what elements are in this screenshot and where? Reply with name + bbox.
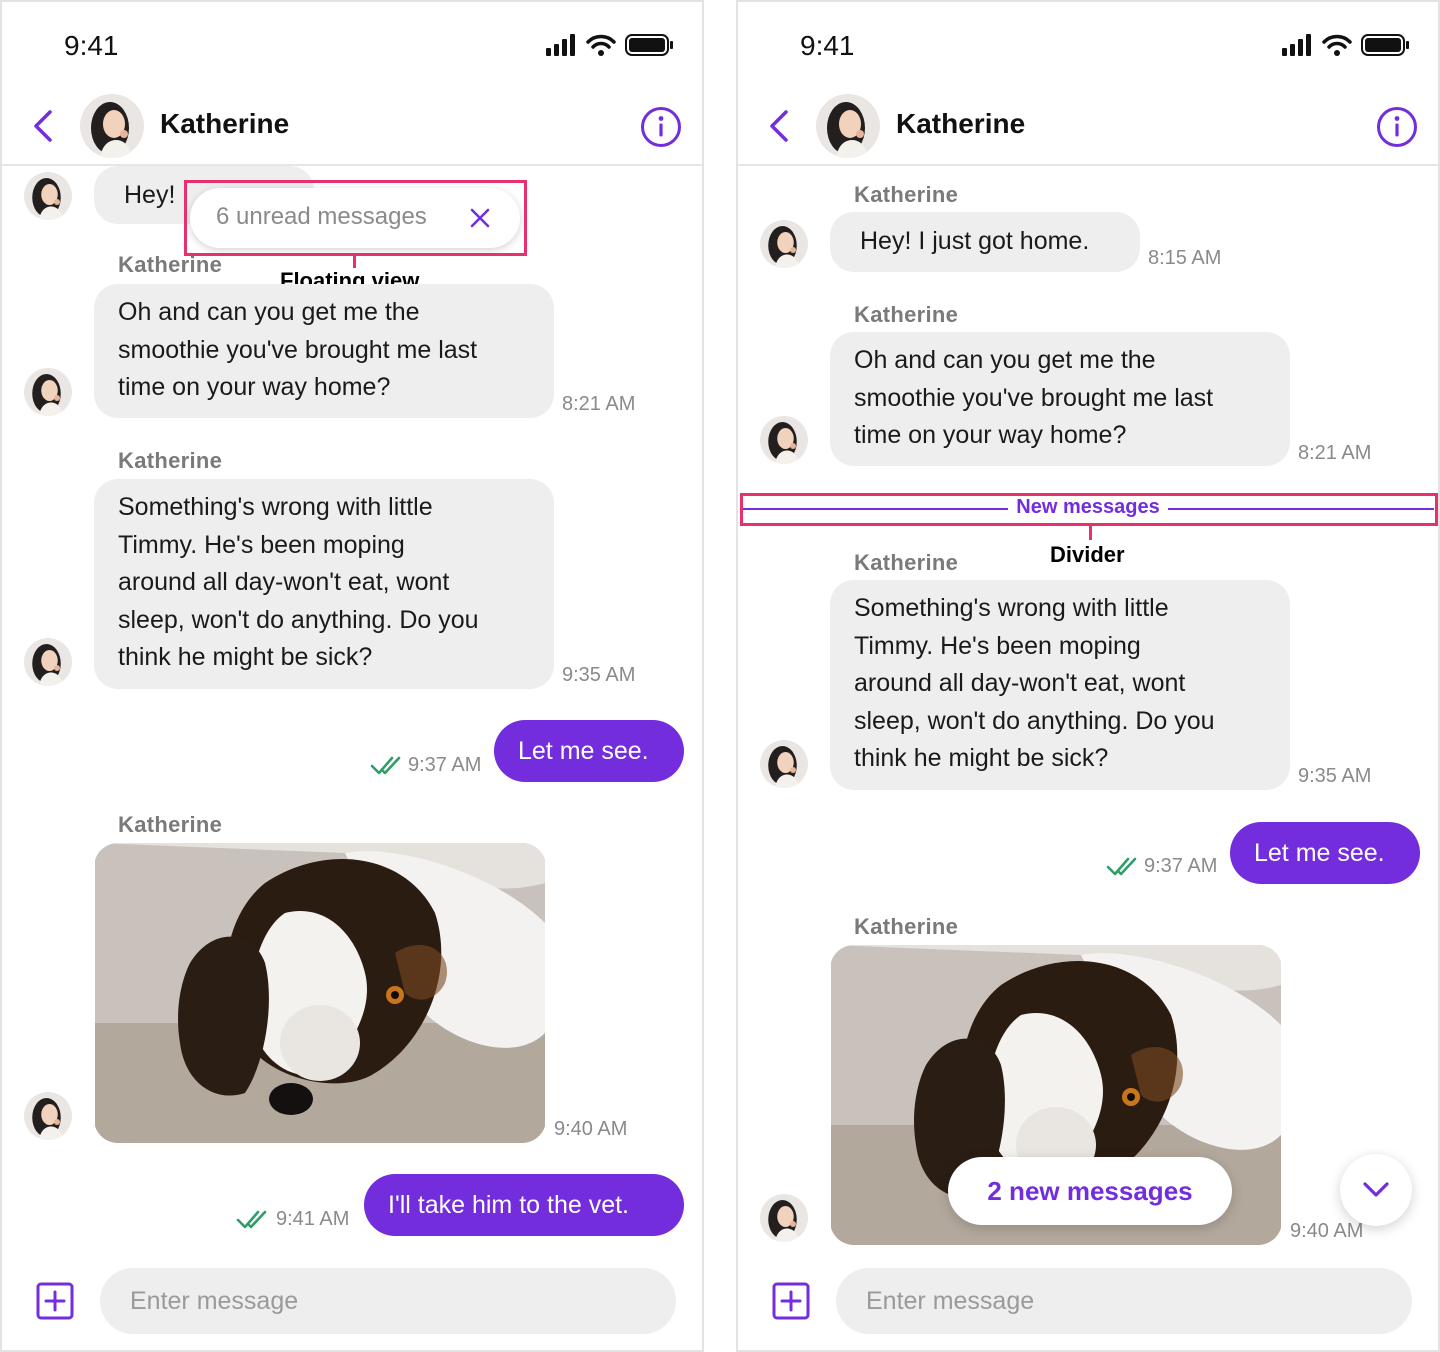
sender-name: Katherine bbox=[854, 182, 959, 207]
new-messages-text: 2 new messages bbox=[987, 1176, 1193, 1206]
message-time: 8:21 AM bbox=[1298, 442, 1372, 464]
contact-name[interactable]: Katherine bbox=[896, 108, 1025, 140]
sender-avatar[interactable] bbox=[760, 740, 808, 788]
message-line: smoothie you've brought me last bbox=[118, 335, 478, 364]
message-bubble-greeting[interactable]: Hey! I just got home. bbox=[830, 212, 1140, 272]
sender-avatar[interactable] bbox=[760, 1194, 808, 1242]
message-line: Something's wrong with little bbox=[854, 594, 1169, 622]
annotation-connector bbox=[1089, 526, 1092, 540]
message-bubble-smoothie[interactable]: Oh and can you get me the smoothie you'v… bbox=[830, 332, 1290, 466]
phone-screen-divider: 9:41 Katherine Katherine Hey! I just got… bbox=[736, 0, 1440, 1352]
sender-name: Katherine bbox=[118, 812, 223, 837]
read-receipt-icon bbox=[236, 1209, 268, 1229]
message-line: Timmy. He's been moping bbox=[118, 530, 405, 559]
message-line: think he might be sick? bbox=[118, 643, 373, 671]
message-line: sleep, won't do anything. Do you bbox=[118, 605, 479, 634]
chevron-left-icon bbox=[34, 110, 52, 142]
info-button[interactable] bbox=[640, 106, 682, 148]
message-text: Hey! I bbox=[124, 181, 190, 209]
message-time: 9:37 AM bbox=[408, 754, 482, 776]
chevron-left-icon bbox=[770, 110, 788, 142]
chat-header: Katherine bbox=[2, 88, 702, 166]
message-time: 8:21 AM bbox=[562, 393, 636, 415]
sender-avatar[interactable] bbox=[760, 416, 808, 464]
message-text: Hey! I just got home. bbox=[860, 227, 1090, 255]
message-time: 8:15 AM bbox=[1148, 247, 1222, 269]
message-time: 9:41 AM bbox=[276, 1208, 350, 1230]
read-receipt-icon bbox=[1106, 856, 1138, 876]
message-line: around all day-won't eat, wont bbox=[118, 568, 450, 596]
message-line: time on your way home? bbox=[854, 421, 1127, 449]
sender-avatar[interactable] bbox=[24, 368, 72, 416]
scroll-to-bottom-button[interactable] bbox=[1340, 1154, 1412, 1226]
sender-name: Katherine bbox=[854, 302, 959, 327]
message-bubble-timmy[interactable]: Something's wrong with little Timmy. He'… bbox=[830, 580, 1290, 790]
input-placeholder: Enter message bbox=[866, 1287, 1035, 1315]
message-bubble-smoothie[interactable]: Oh and can you get me the smoothie you'v… bbox=[94, 284, 554, 418]
message-bubble-outgoing[interactable]: Let me see. bbox=[1230, 822, 1420, 884]
message-time: 9:35 AM bbox=[1298, 765, 1372, 787]
divider-highlight bbox=[740, 493, 1438, 526]
status-icons bbox=[1282, 32, 1412, 58]
new-messages-button[interactable]: 2 new messages bbox=[948, 1157, 1232, 1225]
message-time: 9:37 AM bbox=[1144, 855, 1218, 877]
annotation-connector bbox=[353, 256, 356, 268]
sender-avatar[interactable] bbox=[24, 172, 72, 220]
status-time: 9:41 bbox=[64, 30, 119, 61]
sender-name: Katherine bbox=[854, 914, 959, 939]
back-button[interactable] bbox=[26, 106, 62, 146]
status-icons bbox=[546, 32, 676, 58]
message-line: Something's wrong with little bbox=[118, 493, 433, 521]
message-line: Oh and can you get me the bbox=[854, 346, 1156, 374]
message-text: I'll take him to the vet. bbox=[388, 1191, 629, 1219]
status-time: 9:41 bbox=[800, 30, 855, 61]
divider-annotation: Divider bbox=[1050, 542, 1125, 567]
sender-avatar[interactable] bbox=[24, 638, 72, 686]
message-line: smoothie you've brought me last bbox=[854, 383, 1214, 412]
message-bubble-outgoing[interactable]: I'll take him to the vet. bbox=[364, 1174, 684, 1236]
message-input[interactable]: Enter message bbox=[836, 1268, 1412, 1334]
message-line: sleep, won't do anything. Do you bbox=[854, 706, 1215, 735]
message-text: Let me see. bbox=[518, 737, 649, 765]
back-button[interactable] bbox=[762, 106, 798, 146]
sender-avatar[interactable] bbox=[24, 1092, 72, 1140]
photo-message[interactable] bbox=[94, 843, 546, 1143]
sender-avatar[interactable] bbox=[760, 220, 808, 268]
chevron-down-icon bbox=[1363, 1182, 1389, 1197]
sender-name: Katherine bbox=[118, 252, 223, 277]
avatar-image bbox=[816, 94, 880, 158]
plus-square-icon[interactable] bbox=[772, 1282, 810, 1320]
message-line: Oh and can you get me the bbox=[118, 298, 420, 326]
header-avatar[interactable] bbox=[80, 94, 144, 158]
message-text: Let me see. bbox=[1254, 839, 1385, 867]
message-time: 9:35 AM bbox=[562, 664, 636, 686]
info-button[interactable] bbox=[1376, 106, 1418, 148]
info-icon bbox=[1377, 107, 1417, 147]
status-indicators-icon bbox=[546, 34, 673, 56]
message-line: time on your way home? bbox=[118, 373, 391, 401]
message-time: 9:40 AM bbox=[1290, 1220, 1364, 1242]
plus-square-icon[interactable] bbox=[36, 1282, 74, 1320]
contact-name[interactable]: Katherine bbox=[160, 108, 289, 140]
avatar-image bbox=[80, 94, 144, 158]
message-line: around all day-won't eat, wont bbox=[854, 669, 1186, 697]
read-receipt-icon bbox=[370, 755, 402, 775]
message-bubble-timmy[interactable]: Something's wrong with little Timmy. He'… bbox=[94, 479, 554, 689]
input-placeholder: Enter message bbox=[130, 1287, 299, 1315]
sender-name: Katherine bbox=[854, 550, 959, 575]
message-line: Timmy. He's been moping bbox=[854, 631, 1141, 660]
message-bubble-outgoing[interactable]: Let me see. bbox=[494, 720, 684, 782]
message-line: think he might be sick? bbox=[854, 744, 1109, 772]
status-indicators-icon bbox=[1282, 34, 1409, 56]
sender-name: Katherine bbox=[118, 448, 223, 473]
floating-view-highlight bbox=[184, 180, 527, 256]
dog-photo bbox=[94, 843, 546, 1143]
chat-header: Katherine bbox=[738, 88, 1438, 166]
phone-screen-floating-view: 9:41 Katherine Hey! I 6 unread messages … bbox=[0, 0, 704, 1352]
message-time: 9:40 AM bbox=[554, 1118, 628, 1140]
info-icon bbox=[641, 107, 681, 147]
header-avatar[interactable] bbox=[816, 94, 880, 158]
message-input[interactable]: Enter message bbox=[100, 1268, 676, 1334]
